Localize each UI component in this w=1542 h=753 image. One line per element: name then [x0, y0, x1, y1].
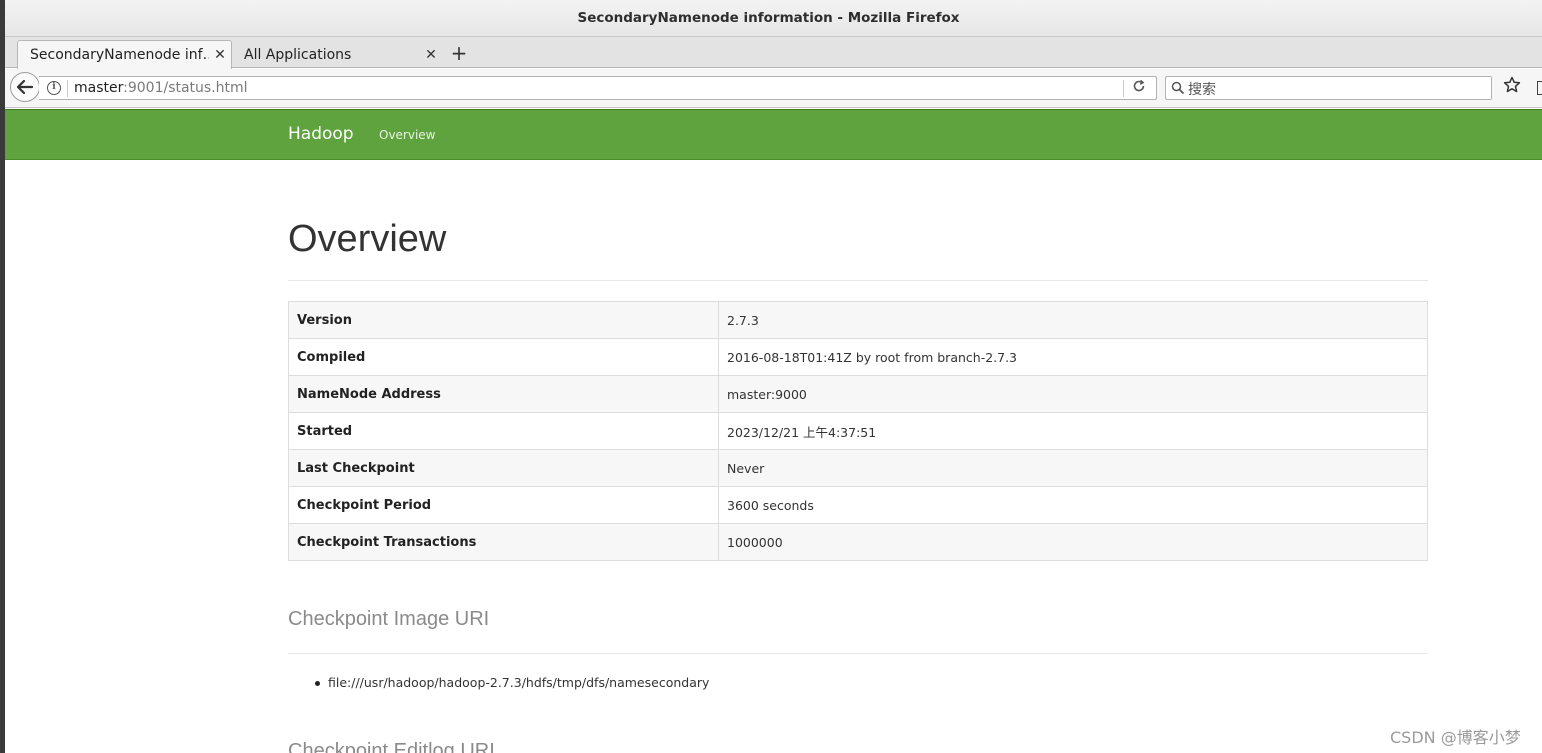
- new-tab-button[interactable]: +: [448, 43, 470, 65]
- section-heading-image-uri: Checkpoint Image URI: [288, 608, 490, 630]
- close-tab-icon[interactable]: ✕: [209, 47, 231, 63]
- divider: [288, 280, 1428, 281]
- url-divider: [1123, 80, 1124, 97]
- tab-secondary-namenode[interactable]: SecondaryNamenode inf… ✕: [17, 40, 232, 69]
- table-row: Version 2.7.3: [288, 301, 1428, 339]
- row-key: Last Checkpoint: [288, 449, 719, 487]
- reload-icon[interactable]: [1132, 79, 1146, 97]
- row-value: 3600 seconds: [718, 486, 1428, 524]
- back-button[interactable]: [10, 72, 40, 102]
- tab-label: All Applications: [244, 46, 352, 63]
- table-row: Started 2023/12/21 上午4:37:51: [288, 412, 1428, 450]
- divider: [288, 653, 1428, 654]
- page-title: Overview: [288, 218, 447, 260]
- table-row: Checkpoint Period 3600 seconds: [288, 486, 1428, 524]
- url-path: :9001/status.html: [123, 80, 248, 96]
- brand-link[interactable]: Hadoop: [288, 124, 354, 144]
- watermark: CSDN @博客小梦: [1390, 728, 1521, 747]
- table-row: NameNode Address master:9000: [288, 375, 1428, 413]
- row-value: 1000000: [718, 523, 1428, 561]
- overview-table: Version 2.7.3 Compiled 2016-08-18T01:41Z…: [288, 301, 1428, 561]
- hadoop-header: Hadoop Overview: [5, 109, 1542, 160]
- row-key: Started: [288, 412, 719, 450]
- bookmark-star-icon[interactable]: [1503, 76, 1521, 97]
- tab-all-applications[interactable]: All Applications ✕: [232, 40, 442, 69]
- row-key: Compiled: [288, 338, 719, 376]
- tab-strip: SecondaryNamenode inf… ✕ All Application…: [5, 37, 1542, 69]
- search-placeholder: 搜索: [1188, 82, 1216, 98]
- url-host: master: [74, 80, 124, 96]
- url-bar[interactable]: i master:9001/status.html: [39, 76, 1157, 100]
- close-tab-icon[interactable]: ✕: [420, 47, 442, 63]
- table-row: Compiled 2016-08-18T01:41Z by root from …: [288, 338, 1428, 376]
- tab-label: SecondaryNamenode inf…: [30, 47, 209, 63]
- row-value: master:9000: [718, 375, 1428, 413]
- window-title-bar: SecondaryNamenode information - Mozilla …: [5, 0, 1542, 37]
- search-bar[interactable]: 搜索: [1165, 76, 1492, 100]
- row-key: Checkpoint Transactions: [288, 523, 719, 561]
- row-key: NameNode Address: [288, 375, 719, 413]
- list-item: file:///usr/hadoop/hadoop-2.7.3/hdfs/tmp…: [314, 675, 710, 690]
- section-heading-editlog-uri: Checkpoint Editlog URI: [288, 740, 495, 753]
- info-icon[interactable]: i: [47, 81, 61, 95]
- row-value: 2.7.3: [718, 301, 1428, 339]
- image-uri-list: file:///usr/hadoop/hadoop-2.7.3/hdfs/tmp…: [314, 675, 710, 690]
- window-title: SecondaryNamenode information - Mozilla …: [577, 10, 960, 26]
- row-key: Version: [288, 301, 719, 339]
- table-row: Checkpoint Transactions 1000000: [288, 523, 1428, 561]
- row-key: Checkpoint Period: [288, 486, 719, 524]
- row-value: 2023/12/21 上午4:37:51: [718, 412, 1428, 450]
- back-arrow-icon: [17, 80, 33, 94]
- navigation-toolbar: i master:9001/status.html 搜索: [5, 69, 1542, 108]
- library-icon[interactable]: [1537, 81, 1542, 95]
- url-divider: [67, 80, 68, 97]
- row-value: 2016-08-18T01:41Z by root from branch-2.…: [718, 338, 1428, 376]
- row-value: Never: [718, 449, 1428, 487]
- url-text[interactable]: master:9001/status.html: [74, 80, 248, 96]
- table-row: Last Checkpoint Never: [288, 449, 1428, 487]
- search-icon: [1171, 81, 1185, 95]
- nav-item-overview[interactable]: Overview: [379, 128, 436, 142]
